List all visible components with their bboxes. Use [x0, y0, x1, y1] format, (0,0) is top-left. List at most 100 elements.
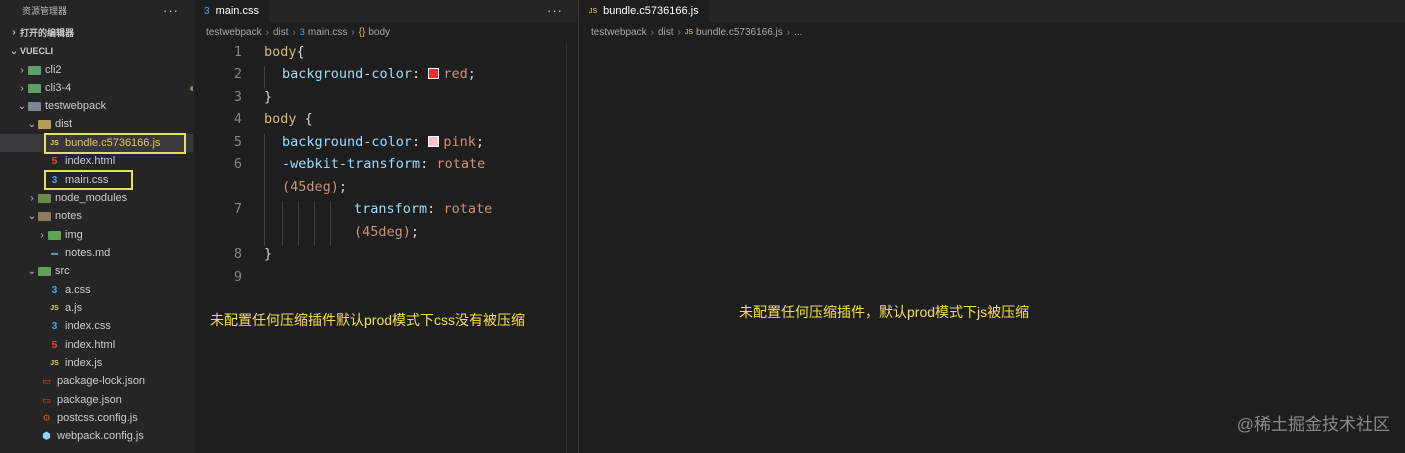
folder-open-icon [38, 267, 51, 276]
npm-file-icon: ▭ [42, 375, 51, 386]
folder-open-icon [38, 120, 51, 129]
editor-pane-js: JS bundle.c5736166.js testwebpack › dist… [578, 0, 1405, 453]
code-line: background-color: red; [282, 66, 476, 82]
tree-item-testwebpack[interactable]: ⌄ testwebpack [0, 97, 209, 115]
color-swatch-red[interactable] [428, 67, 440, 79]
chevron-right-icon: › [40, 229, 44, 241]
editor-pane-css: 3 main.css ··· testwebpack › dist › 3 ma… [193, 0, 577, 453]
breadcrumb-item[interactable]: testwebpack [206, 27, 262, 38]
code-line-wrapped: (45deg); [354, 224, 419, 240]
indent-guide [264, 66, 265, 89]
breadcrumb-item[interactable]: testwebpack [591, 27, 647, 38]
tab-bar: 3 main.css ··· [194, 0, 577, 22]
chevron-right-icon: › [20, 64, 24, 76]
webpack-file-icon: ⬢ [42, 430, 51, 442]
explorer-title: 资源管理器 [22, 5, 68, 16]
chevron-right-icon: › [351, 26, 355, 38]
chevron-right-icon: › [265, 26, 269, 38]
code-line: transform: rotate [354, 201, 492, 217]
explorer-sidebar: 资源管理器 ··· › 打开的编辑器 ⌄ VUECLI › cli2 › cli… [0, 0, 241, 453]
tab-label: main.css [215, 5, 259, 17]
folder-icon [38, 194, 51, 203]
tree-item-label: node_modules [55, 192, 128, 204]
html-file-icon: 5 [51, 339, 58, 351]
js-file-icon: JS [50, 304, 59, 312]
chevron-down-icon: ⌄ [17, 100, 27, 112]
highlight-box [44, 170, 133, 190]
css-file-icon: 3 [51, 320, 58, 332]
chevron-right-icon: › [20, 82, 24, 94]
indent-guide [282, 201, 283, 246]
open-editors-label: 打开的编辑器 [20, 27, 75, 38]
css-file-icon: 3 [51, 284, 58, 296]
tree-item-label: a.css [65, 284, 91, 296]
folder-open-icon [28, 102, 41, 111]
chevron-right-icon: › [12, 26, 16, 38]
editor-more-icon[interactable]: ··· [547, 3, 563, 18]
line-number: 5 [233, 134, 242, 150]
code-line: } [264, 246, 272, 262]
indent-guide [314, 201, 315, 246]
breadcrumb-item[interactable]: dist [658, 27, 674, 38]
root-folder-section[interactable]: ⌄ VUECLI [0, 39, 193, 63]
explorer-header: 资源管理器 ··· [0, 0, 193, 20]
breadcrumb-item[interactable]: main.css [308, 27, 347, 38]
breadcrumb-item[interactable]: dist [273, 27, 289, 38]
tree-item-label: src [55, 265, 70, 277]
tree-item-label: postcss.config.js [57, 412, 138, 424]
tab-bar: JS bundle.c5736166.js [579, 0, 1405, 22]
line-number: 2 [233, 66, 242, 82]
explorer-more-icon[interactable]: ··· [163, 3, 179, 18]
js-file-icon: JS [684, 28, 694, 36]
folder-open-icon [38, 212, 51, 221]
tab-main-css[interactable]: 3 main.css [194, 0, 269, 22]
css-value: (45deg) [354, 224, 411, 240]
css-semicolon: ; [410, 224, 420, 240]
tree-item-dist[interactable]: ⌄ dist [0, 115, 219, 133]
css-property: background-color [282, 134, 413, 150]
css-brace: } [264, 246, 273, 262]
indent-guide [264, 134, 265, 246]
css-property: -webkit-transform [282, 156, 421, 172]
tree-item-label: testwebpack [45, 100, 107, 112]
breadcrumb: testwebpack › dist › JS bundle.c5736166.… [579, 22, 1405, 42]
css-colon: : [427, 201, 436, 217]
annotation-note: 未配置任何压缩插件默认prod模式下css没有被压缩 [210, 312, 526, 328]
tree-item-label: package-lock.json [57, 375, 146, 387]
root-folder-label: VUECLI [20, 46, 54, 56]
css-file-icon: 3 [299, 27, 305, 37]
line-number: 4 [233, 111, 242, 127]
css-selector: body [264, 44, 297, 60]
tab-bundle-js[interactable]: JS bundle.c5736166.js [579, 0, 709, 22]
css-brace: { [296, 44, 305, 60]
breadcrumb-item[interactable]: ... [794, 27, 802, 38]
css-colon: : [420, 156, 429, 172]
tree-item-notes[interactable]: ⌄ notes [0, 207, 219, 225]
tree-item-cli2[interactable]: › cli2 [0, 61, 209, 79]
chevron-right-icon: › [30, 192, 34, 204]
tree-item-node-modules[interactable]: › node_modules [0, 189, 219, 207]
postcss-file-icon: ⚙ [42, 412, 51, 423]
css-property: background-color [282, 66, 413, 82]
breadcrumb-item[interactable]: body [368, 27, 390, 38]
css-semicolon: ; [338, 179, 348, 195]
breadcrumb-item[interactable]: bundle.c5736166.js [696, 27, 783, 38]
scrollbar[interactable] [566, 42, 577, 453]
css-value: red [443, 66, 468, 82]
tree-item-src[interactable]: ⌄ src [0, 262, 219, 280]
chevron-right-icon: › [650, 26, 654, 38]
line-number: 3 [233, 89, 242, 105]
indent-guide [298, 201, 299, 246]
chevron-down-icon: ⌄ [9, 45, 19, 57]
html-file-icon: 5 [51, 155, 58, 167]
tree-item-cli3-4[interactable]: › cli3-4 [0, 79, 209, 97]
color-swatch-pink[interactable] [428, 135, 440, 147]
css-value: rotate [436, 156, 486, 172]
code-line: -webkit-transform: rotate [282, 156, 485, 172]
chevron-down-icon: ⌄ [27, 118, 37, 130]
npm-file-icon: ▭ [42, 394, 51, 405]
code-line-wrapped: (45deg); [282, 179, 347, 195]
code-line: body{ [264, 44, 305, 60]
code-line: background-color: pink; [282, 134, 484, 150]
code-line: } [264, 89, 272, 105]
